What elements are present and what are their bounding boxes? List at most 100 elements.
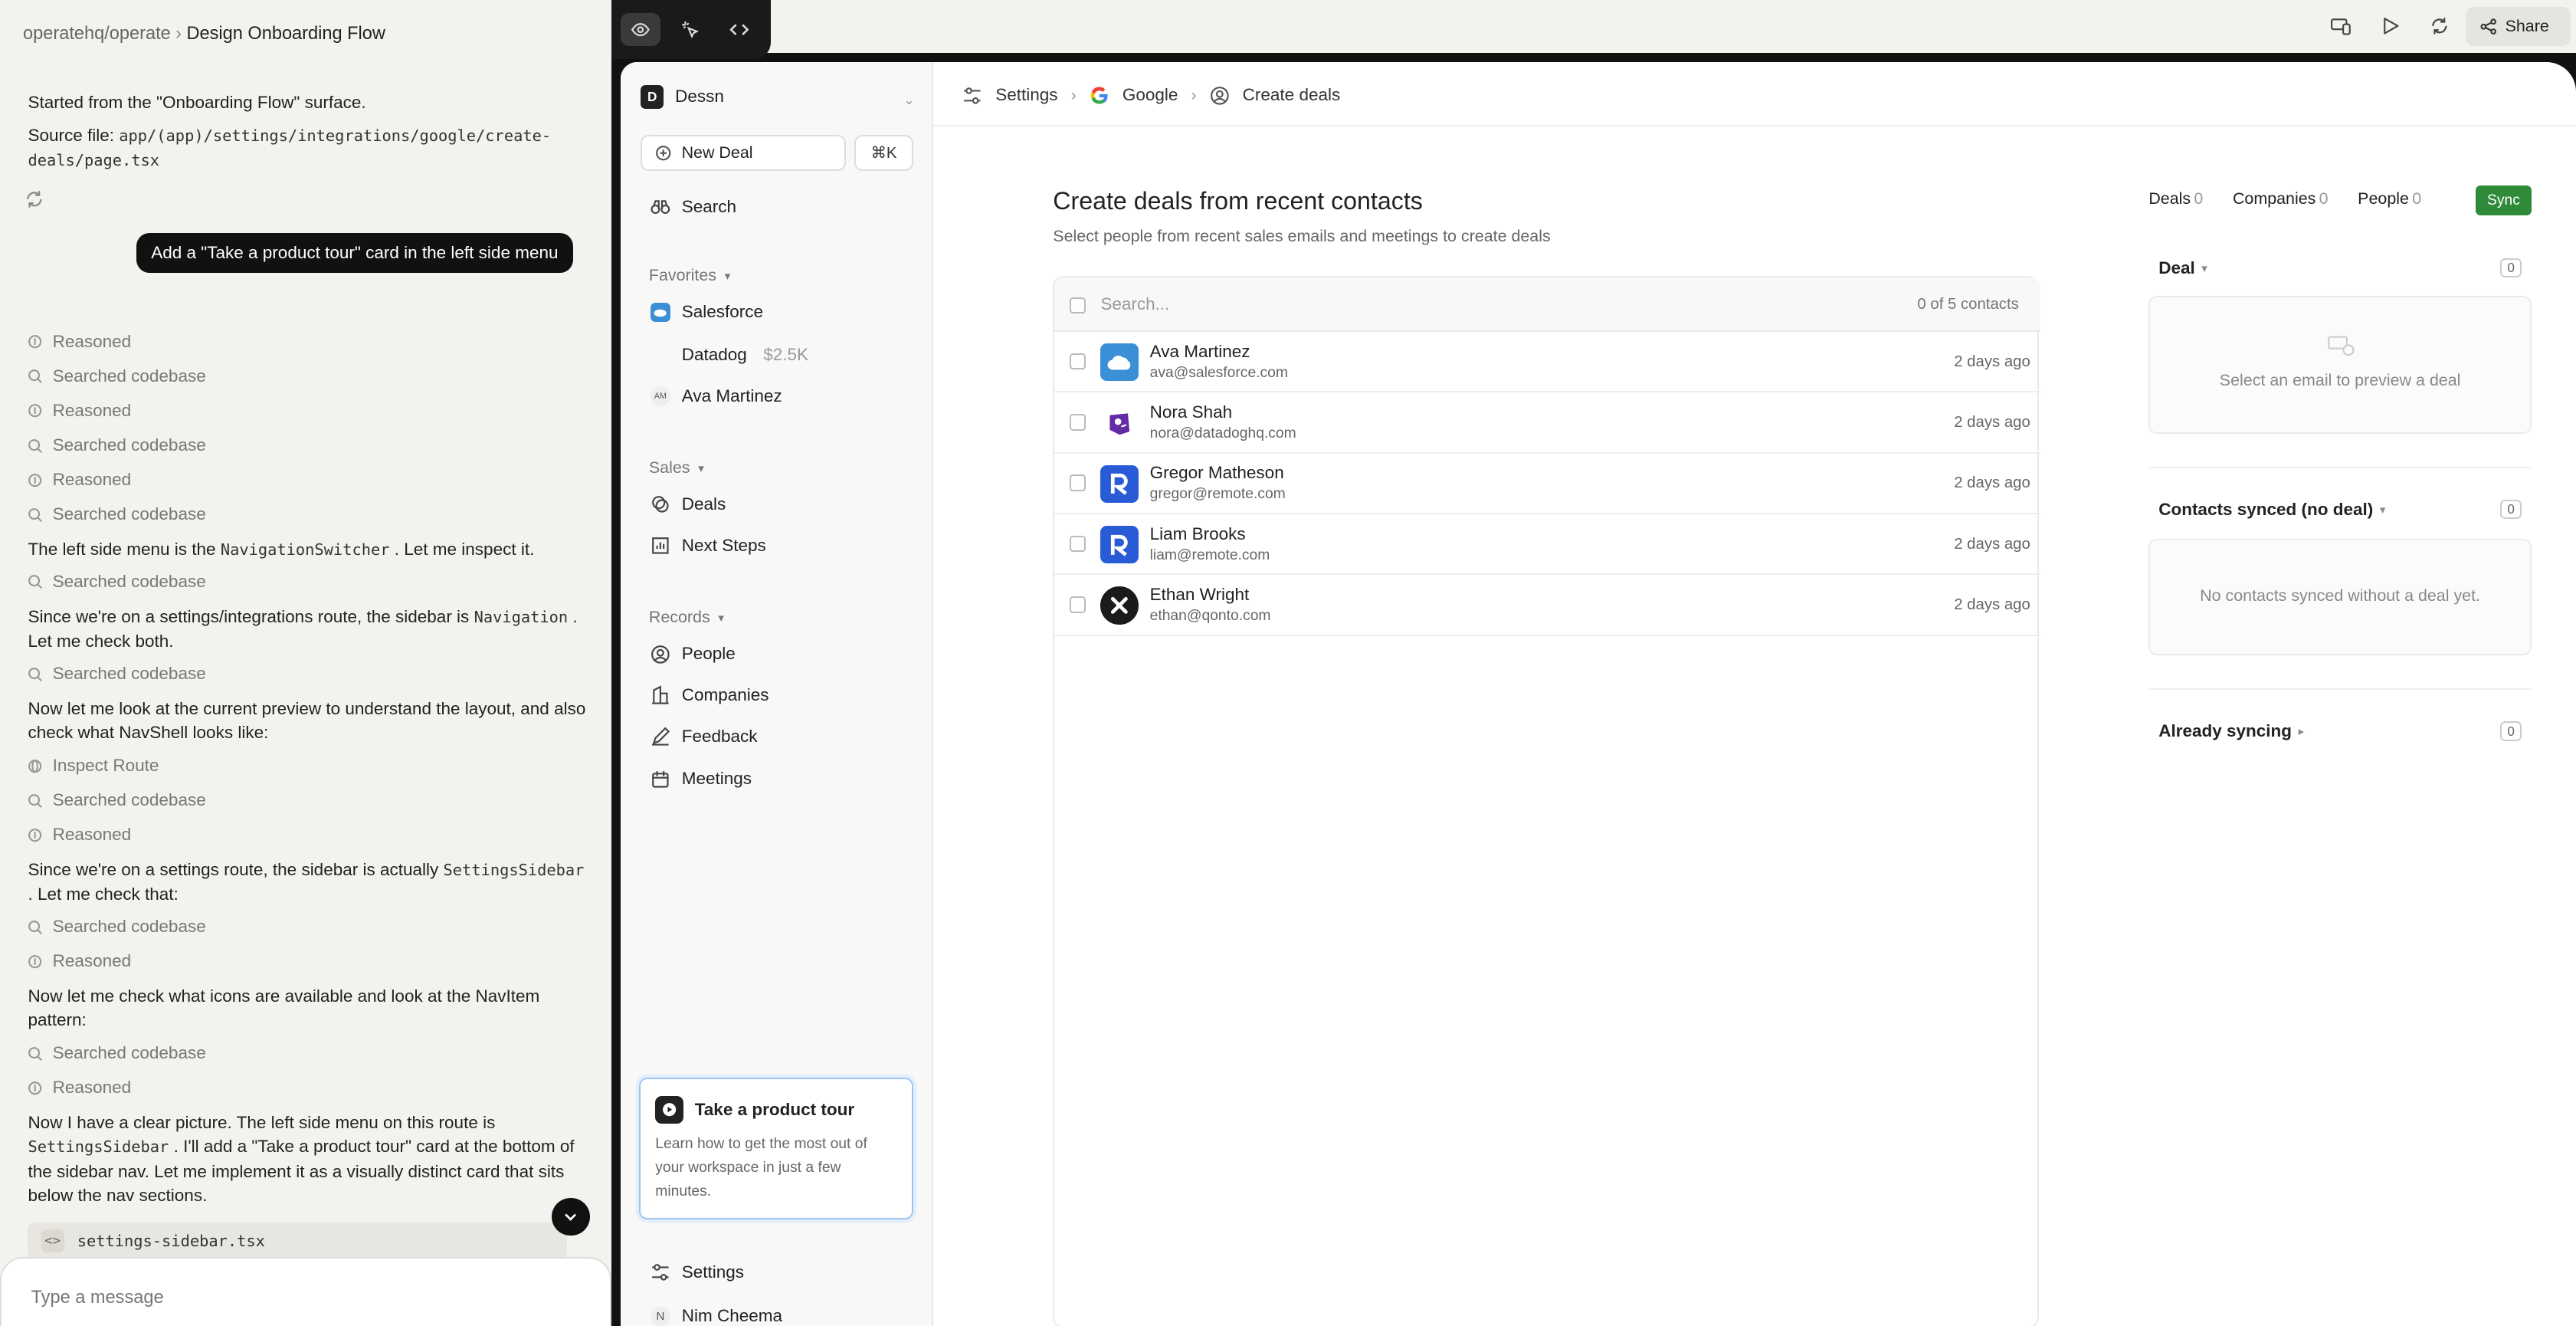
searched-step[interactable]: Searched codebase <box>28 917 206 937</box>
device-preview-button[interactable] <box>2323 8 2359 44</box>
sidebar-item-people[interactable]: People <box>651 644 736 664</box>
reasoned-step[interactable]: Reasoned <box>28 470 131 490</box>
sidebar-item-search[interactable]: Search <box>651 197 736 217</box>
tab-label: People <box>2358 189 2409 208</box>
searched-step[interactable]: Searched codebase <box>28 1043 206 1063</box>
inspect-route-step[interactable]: Inspect Route <box>28 756 159 776</box>
contacts-search-input[interactable]: Search... <box>1100 294 1169 314</box>
message-input[interactable] <box>31 1286 524 1308</box>
code-icon <box>729 24 749 35</box>
refresh-icon[interactable] <box>25 185 44 215</box>
view-mode-toolbar <box>611 0 771 60</box>
breadcrumb-settings[interactable]: Settings <box>995 85 1057 105</box>
row-checkbox[interactable] <box>1069 353 1086 370</box>
reasoned-step[interactable]: Reasoned <box>28 401 131 421</box>
row-checkbox[interactable] <box>1069 414 1086 431</box>
table-row[interactable]: Ava Martinez ava@salesforce.com 2 days a… <box>1054 332 2040 393</box>
table-row[interactable]: Gregor Matheson gregor@remote.com 2 days… <box>1054 454 2040 514</box>
repo-link[interactable]: operatehq/operate <box>23 23 171 43</box>
sidebar-item-companies[interactable]: Companies <box>651 685 769 705</box>
share-button[interactable]: Share <box>2466 6 2571 47</box>
section-label: Records <box>648 608 710 627</box>
source-file-line: Source file: app/(app)/settings/integrat… <box>28 123 586 172</box>
table-row[interactable]: Ethan Wright ethan@qonto.com 2 days ago <box>1054 575 2040 636</box>
sales-section-header[interactable]: Sales ▾ <box>649 458 704 478</box>
section-label: Contacts synced (no deal) <box>2158 499 2374 519</box>
tab-companies[interactable]: Companies 0 <box>2233 189 2329 208</box>
searched-step[interactable]: Searched codebase <box>28 664 206 684</box>
select-all-checkbox[interactable] <box>1069 297 1086 314</box>
sidebar-item-label: Salesforce <box>681 302 764 322</box>
row-checkbox[interactable] <box>1069 535 1086 553</box>
contacts-synced-section-header[interactable]: Contacts synced (no deal) ▾ <box>2158 500 2385 520</box>
workspace-switcher[interactable]: D Dessn <box>641 85 724 109</box>
page-subtitle: Select people from recent sales emails a… <box>1053 226 1551 245</box>
reload-button[interactable] <box>2421 8 2457 44</box>
preview-mode-button[interactable] <box>621 13 660 47</box>
sidebar-item-meetings[interactable]: Meetings <box>651 769 752 789</box>
command-shortcut[interactable]: ⌘K <box>854 134 914 171</box>
tab-people[interactable]: People 0 <box>2358 189 2421 208</box>
sync-button[interactable]: Sync <box>2475 185 2532 215</box>
deal-value: $2.5K <box>763 345 809 365</box>
searched-step[interactable]: Searched codebase <box>28 504 206 524</box>
sidebar-item-datadog[interactable]: Datadog $2.5K <box>682 345 808 365</box>
new-deal-button[interactable]: New Deal <box>641 134 847 171</box>
contact-time: 2 days ago <box>1954 353 2030 370</box>
search-icon <box>28 369 43 384</box>
records-section-header[interactable]: Records ▾ <box>649 608 724 627</box>
summary-tabs: Deals 0 Companies 0 People 0 <box>2148 189 2421 208</box>
eye-icon <box>631 23 651 37</box>
searched-step[interactable]: Searched codebase <box>28 366 206 386</box>
sidebar-item-label: Companies <box>681 685 769 705</box>
scroll-down-button[interactable] <box>552 1197 590 1236</box>
sliders-icon <box>651 1262 670 1282</box>
select-mode-button[interactable] <box>670 13 710 46</box>
searched-step[interactable]: Searched codebase <box>28 435 206 455</box>
play-button[interactable] <box>2372 8 2408 44</box>
assistant-text: Since we're on a settings route, the sid… <box>28 858 586 906</box>
row-checkbox[interactable] <box>1069 474 1086 491</box>
deal-section-header[interactable]: Deal ▾ <box>2158 258 2207 278</box>
sidebar-item-salesforce[interactable]: Salesforce <box>651 302 764 323</box>
intro-text: Started from the "Onboarding Flow" surfa… <box>28 92 366 112</box>
caret-down-icon: ▾ <box>2201 261 2207 275</box>
product-tour-card[interactable]: Take a product tour Learn how to get the… <box>639 1078 914 1219</box>
avatar: N <box>651 1306 670 1326</box>
synced-count: 0 <box>2500 499 2522 520</box>
reason-icon <box>28 828 42 842</box>
row-checkbox[interactable] <box>1069 596 1086 613</box>
sidebar-item-settings[interactable]: Settings <box>651 1262 744 1282</box>
reasoned-step[interactable]: Reasoned <box>28 825 131 845</box>
favorites-section-header[interactable]: Favorites ▾ <box>649 266 730 285</box>
plus-circle-icon <box>656 145 671 161</box>
sidebar-item-feedback[interactable]: Feedback <box>651 727 758 747</box>
synced-empty-text: No contacts synced without a deal yet. <box>2200 586 2481 606</box>
sidebar-item-next-steps[interactable]: Next Steps <box>651 536 766 556</box>
code-mode-button[interactable] <box>719 13 759 46</box>
user-message: Add a "Take a product tour" card in the … <box>136 233 573 274</box>
tab-label: Companies <box>2232 189 2316 208</box>
table-row[interactable]: Liam Brooks liam@remote.com 2 days ago <box>1054 514 2040 576</box>
file-chip[interactable]: <> settings-sidebar.tsx <box>28 1223 567 1259</box>
reasoned-step[interactable]: Reasoned <box>28 1078 131 1098</box>
already-syncing-section-header[interactable]: Already syncing ▸ <box>2158 721 2304 741</box>
caret-down-icon: ▾ <box>724 269 731 283</box>
chevron-down-icon[interactable]: ⌄ <box>903 92 914 108</box>
searched-step[interactable]: Searched codebase <box>28 790 206 810</box>
reasoned-step[interactable]: Reasoned <box>28 951 131 971</box>
tab-deals[interactable]: Deals 0 <box>2148 189 2203 208</box>
breadcrumb-google[interactable]: Google <box>1122 85 1178 105</box>
searched-step[interactable]: Searched codebase <box>28 572 206 592</box>
step-label: Reasoned <box>52 332 132 352</box>
reasoned-step[interactable]: Reasoned <box>28 332 131 352</box>
sidebar-item-deals[interactable]: Deals <box>651 494 726 514</box>
code: Navigation <box>474 607 569 626</box>
play-circle-icon <box>655 1095 683 1124</box>
chat-panel: operatehq/operate › Design Onboarding Flow… <box>0 0 611 1326</box>
user-profile[interactable]: N Nim Cheema <box>651 1306 782 1326</box>
user-name: Nim Cheema <box>681 1306 783 1326</box>
sidebar-item-ava-martinez[interactable]: AM Ava Martinez <box>651 386 782 406</box>
deal-preview-empty: Select an email to preview a deal <box>2148 295 2532 434</box>
table-row[interactable]: Nora Shah nora@datadoghq.com 2 days ago <box>1054 392 2040 454</box>
